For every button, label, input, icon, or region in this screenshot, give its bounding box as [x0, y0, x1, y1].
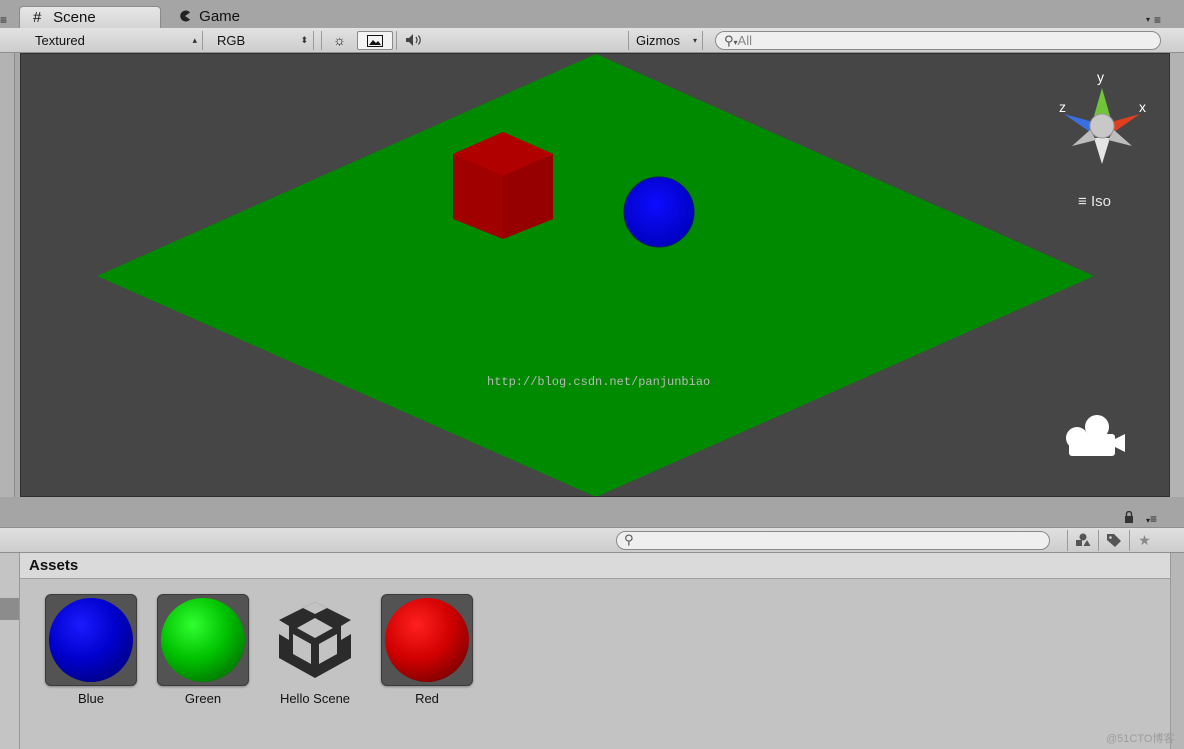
tag-icon: [1106, 534, 1121, 547]
material-thumbnail: [157, 594, 249, 686]
speaker-icon: [405, 34, 421, 46]
gizmos-label: Gizmos: [636, 33, 681, 48]
panel-menu-icon[interactable]: ≡: [0, 14, 10, 26]
filter-by-type-button[interactable]: [1067, 530, 1097, 551]
tab-strip: ≡ # Scene Game ▾ ≡: [0, 0, 1184, 28]
asset-item-green[interactable]: Green: [155, 594, 251, 714]
material-thumbnail: [381, 594, 473, 686]
asset-label: Red: [415, 691, 439, 706]
scene-view[interactable]: y x z ≡ Iso http://blog.csdn.net/panjunb…: [20, 53, 1170, 497]
folder-tree-selection[interactable]: [0, 598, 19, 620]
image-icon: [367, 35, 383, 47]
gizmos-dropdown[interactable]: Gizmos ▾: [628, 31, 703, 50]
watermark-text: http://blog.csdn.net/panjunbiao: [487, 375, 711, 389]
red-sphere-icon: [385, 598, 469, 682]
left-panel-edge: [0, 53, 15, 497]
shapes-icon: [1075, 533, 1090, 546]
search-icon: ⚲: [724, 33, 734, 48]
blue-sphere: [623, 176, 695, 248]
red-cube: [453, 132, 553, 239]
draw-mode-value: Textured: [35, 33, 85, 48]
tab-scene-label: Scene: [53, 9, 96, 26]
render-mode-value: RGB: [217, 33, 246, 48]
project-search-input[interactable]: ⚲: [616, 531, 1050, 550]
ground-plane: [97, 54, 1094, 496]
panel-divider[interactable]: ▾≡: [0, 497, 1184, 527]
tab-scene[interactable]: # Scene: [19, 6, 161, 28]
unity-logo-icon: [279, 602, 351, 678]
corner-watermark: @51CTO博客: [1106, 733, 1175, 745]
panel-options-menu[interactable]: ▾ ≡: [1146, 14, 1182, 26]
asset-label: Blue: [77, 691, 105, 706]
gizmo-z-label: z: [1059, 99, 1066, 115]
asset-item-hello-scene[interactable]: Hello Scene: [267, 594, 363, 714]
blue-sphere-icon: [49, 598, 133, 682]
updown-arrows-icon: ⬍: [300, 35, 308, 45]
hamburger-icon: ≡: [1078, 193, 1087, 210]
asset-item-red[interactable]: Red: [379, 594, 475, 714]
scene-canvas: y x z: [97, 54, 1146, 496]
tab-game-label: Game: [199, 8, 241, 25]
lock-icon[interactable]: [1124, 510, 1134, 526]
sun-icon: ☼: [333, 32, 346, 48]
scene-effects-toggle[interactable]: [357, 31, 393, 50]
projection-toggle[interactable]: ≡ Iso: [1078, 193, 1111, 210]
scene-audio-toggle[interactable]: [396, 31, 432, 50]
assets-grid: Blue Green Hello Scene Red: [20, 579, 1170, 749]
updown-arrows-icon: ▴: [192, 35, 197, 45]
scene-lighting-toggle[interactable]: ☼: [321, 31, 357, 50]
draw-mode-dropdown[interactable]: Textured ▴: [28, 31, 203, 50]
folder-tree-edge: [0, 553, 20, 749]
scene-toolbar: Textured ▴ RGB ⬍ ☼ Gizmos ▾ ⚲▾All: [0, 28, 1184, 53]
camera-icon: [1066, 415, 1125, 456]
material-thumbnail: [45, 594, 137, 686]
pacman-icon: [179, 6, 195, 28]
panel-options-menu-icon[interactable]: ▾≡: [1146, 513, 1157, 527]
render-mode-dropdown[interactable]: RGB ⬍: [210, 31, 314, 50]
assets-scrollbar[interactable]: [1170, 553, 1184, 749]
green-sphere-icon: [161, 598, 245, 682]
scene-search-input[interactable]: ⚲▾All: [715, 31, 1161, 50]
right-panel-edge: [1170, 53, 1184, 497]
gizmo-x-label: x: [1139, 99, 1146, 115]
asset-item-blue[interactable]: Blue: [43, 594, 139, 714]
tab-game[interactable]: Game: [166, 6, 286, 28]
save-search-button[interactable]: ★: [1129, 530, 1159, 551]
star-icon: ★: [1138, 532, 1151, 548]
asset-label: Hello Scene: [279, 691, 351, 706]
orientation-gizmo: [1064, 88, 1140, 164]
project-toolbar: ⚲ ★: [0, 527, 1184, 553]
asset-label: Green: [184, 691, 222, 706]
grid-icon: #: [33, 9, 42, 26]
search-icon: ⚲: [624, 532, 634, 547]
chevron-down-icon: ▾: [692, 36, 697, 45]
gizmo-y-label: y: [1097, 69, 1104, 85]
filter-by-label-button[interactable]: [1098, 530, 1128, 551]
scene-search-placeholder: All: [737, 33, 752, 48]
assets-breadcrumb: Assets: [20, 553, 1170, 579]
projection-label: Iso: [1090, 193, 1111, 210]
